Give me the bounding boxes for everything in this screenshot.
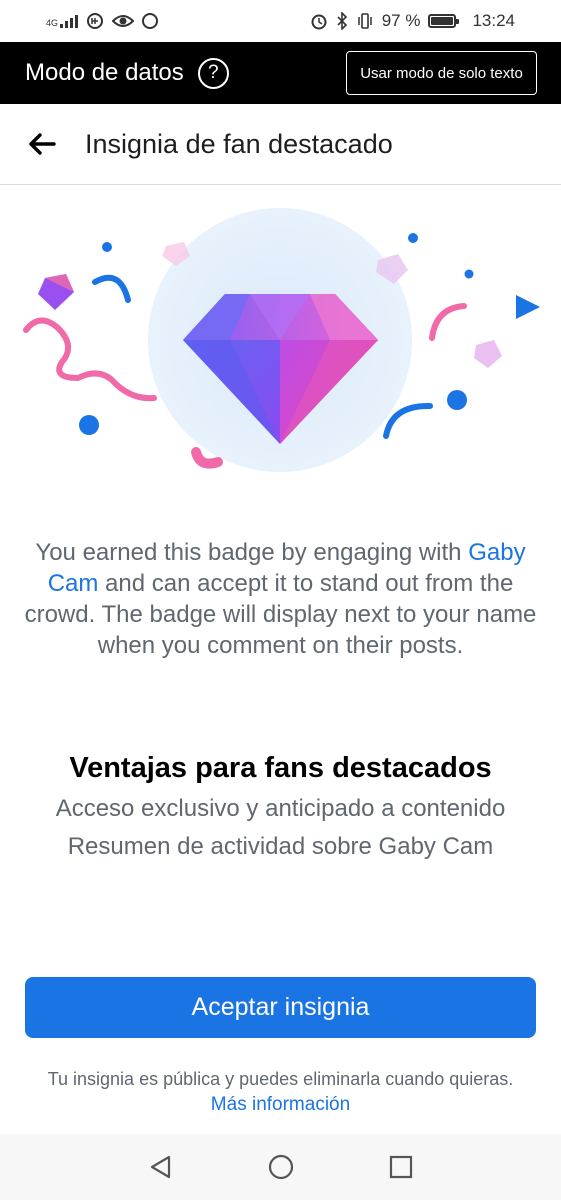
benefit-item: Acceso exclusivo y anticipado a contenid… (55, 795, 506, 822)
benefit-item: Resumen de actividad sobre Gaby Cam (67, 833, 494, 860)
bluetooth-icon (337, 12, 347, 30)
signal-icon: 4G (46, 14, 79, 28)
benefits-title: Ventajas para fans destacados (69, 752, 492, 784)
more-info-link[interactable]: Más información (0, 1094, 561, 1116)
data-mode-title: Modo de datos (25, 59, 184, 86)
badge-illustration (0, 200, 561, 490)
battery-icon (428, 14, 460, 28)
status-bar: 4G 97 % 13:24 (0, 0, 561, 42)
text-only-mode-button[interactable]: Usar modo de solo texto (346, 51, 537, 95)
description-text-start: You earned this badge by engaging with (35, 539, 469, 566)
vibrate-icon (357, 13, 372, 29)
description-text-end: and can accept it to stand out from the … (24, 570, 537, 659)
alarm-icon (311, 14, 327, 30)
status-right: 97 % 13:24 (310, 11, 515, 31)
home-circle-icon[interactable] (221, 1134, 341, 1200)
page-title: Insignia de fan destacado (85, 128, 393, 159)
page-header: Insignia de fan destacado (0, 104, 561, 185)
data-mode-bar: Modo de datos ? Usar modo de solo texto (0, 42, 561, 104)
footer-note: Tu insignia es pública y puedes eliminar… (47, 1069, 514, 1089)
recents-square-icon[interactable] (341, 1134, 461, 1200)
clock: 13:24 (472, 11, 515, 30)
system-nav-bar (0, 1134, 561, 1200)
accept-badge-button[interactable]: Aceptar insignia (25, 977, 536, 1038)
battery-percent: 97 % (381, 11, 421, 30)
status-left: 4G (46, 12, 159, 30)
back-arrow-icon[interactable] (28, 130, 56, 158)
badge-description: You earned this badge by engaging with G… (20, 537, 541, 661)
eye-icon (112, 15, 135, 27)
help-icon[interactable]: ? (197, 57, 229, 89)
data-saver-icon (87, 13, 104, 29)
back-triangle-icon[interactable] (101, 1134, 221, 1200)
sync-icon (142, 13, 159, 29)
network-label: 4G (46, 18, 59, 28)
diamond-badge-icon (23, 208, 540, 472)
